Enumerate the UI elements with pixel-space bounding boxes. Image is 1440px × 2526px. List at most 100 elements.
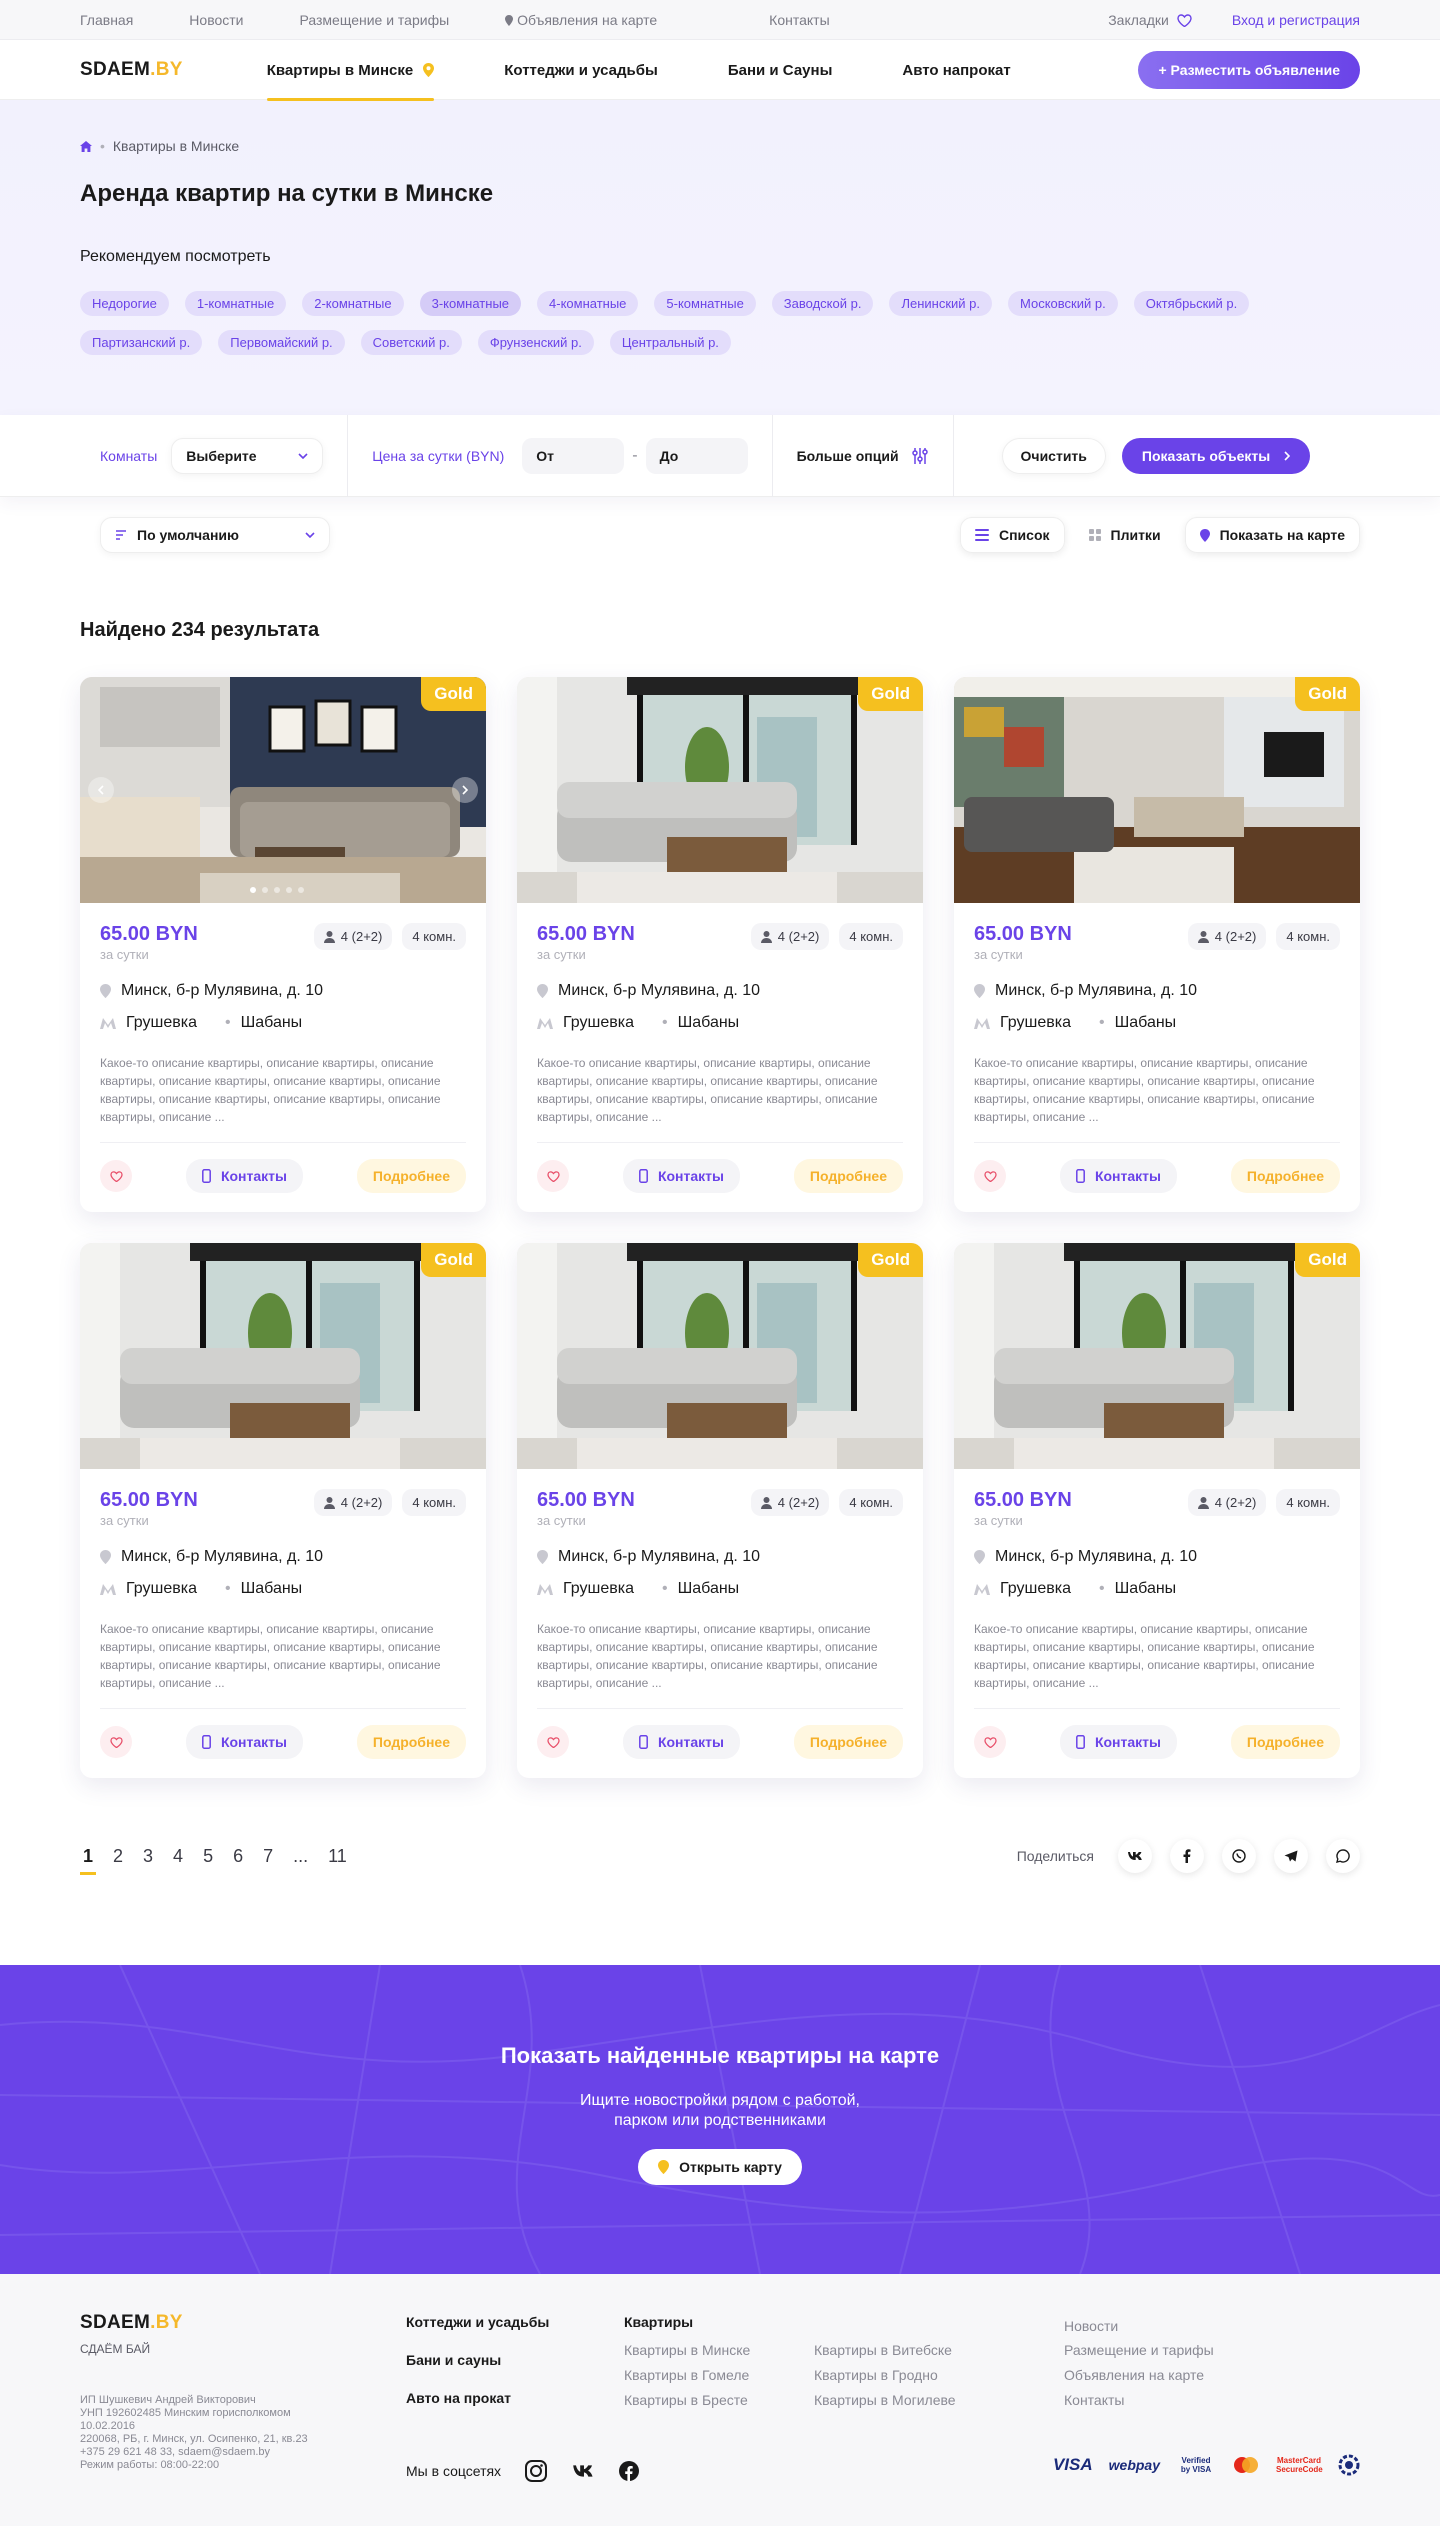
home-icon[interactable] (80, 140, 92, 152)
chip-zavodskoy[interactable]: Заводской р. (771, 291, 874, 316)
page-3[interactable]: 3 (140, 1846, 156, 1867)
page-1[interactable]: 1 (80, 1846, 97, 1875)
contacts-button[interactable]: Контакты (622, 1159, 740, 1193)
share-facebook-button[interactable] (1170, 1839, 1204, 1873)
contacts-button[interactable]: Контакты (185, 1725, 303, 1759)
footer-link-cars[interactable]: Авто на прокат (406, 2390, 511, 2406)
footer-link-map-ads[interactable]: Объявления на карте (1064, 2367, 1204, 2383)
favorite-button[interactable] (100, 1726, 132, 1758)
contacts-button[interactable]: Контакты (1059, 1159, 1177, 1193)
chip-2-room[interactable]: 2-комнатные (302, 291, 404, 316)
place-ad-button[interactable]: + Разместить объявление (1138, 51, 1360, 89)
listing-photo[interactable]: Gold (517, 1243, 923, 1469)
listing-photo[interactable]: Gold (80, 1243, 486, 1469)
footer-logo[interactable]: SDAEM.BY (80, 2312, 183, 2334)
page-7[interactable]: 7 (260, 1846, 276, 1867)
details-button[interactable]: Подробнее (1230, 1725, 1340, 1759)
top-link-home[interactable]: Главная (80, 12, 133, 28)
show-objects-button[interactable]: Показать объекты (1121, 438, 1311, 474)
view-tiles-button[interactable]: Плитки (1075, 517, 1175, 553)
page-6[interactable]: 6 (230, 1846, 246, 1867)
price-from-input[interactable]: От (522, 438, 625, 474)
details-button[interactable]: Подробнее (793, 1725, 903, 1759)
details-button[interactable]: Подробнее (1230, 1159, 1340, 1193)
top-link-tariffs[interactable]: Размещение и тарифы (300, 12, 450, 28)
photo-dots[interactable] (250, 887, 304, 893)
chip-partizansky[interactable]: Партизанский р. (80, 330, 203, 355)
next-photo-button[interactable] (452, 777, 478, 803)
chip-cheap[interactable]: Недорогие (80, 291, 169, 316)
chip-sovetsky[interactable]: Советский р. (360, 330, 462, 355)
footer-link-tariffs[interactable]: Размещение и тарифы (1064, 2342, 1214, 2358)
footer-link-vitebsk[interactable]: Квартиры в Витебске (814, 2342, 952, 2358)
share-whatsapp-button[interactable] (1326, 1839, 1360, 1873)
contacts-button[interactable]: Контакты (1059, 1725, 1177, 1759)
favorite-button[interactable] (974, 1726, 1006, 1758)
facebook-icon[interactable] (619, 2461, 640, 2481)
chip-leninsky[interactable]: Ленинский р. (889, 291, 992, 316)
page-2[interactable]: 2 (110, 1846, 126, 1867)
view-list-button[interactable]: Список (959, 517, 1065, 553)
footer-apartments-title[interactable]: Квартиры (624, 2314, 693, 2330)
footer-link-cottages[interactable]: Коттеджи и усадьбы (406, 2314, 549, 2330)
contacts-button[interactable]: Контакты (622, 1725, 740, 1759)
nav-car-rental[interactable]: Авто напрокат (902, 40, 1010, 100)
listing-photo[interactable]: Gold (954, 1243, 1360, 1469)
listing-photo[interactable]: Gold (80, 677, 486, 903)
footer-link-saunas[interactable]: Бани и сауны (406, 2352, 501, 2368)
login-link[interactable]: Вход и регистрация (1232, 12, 1360, 28)
district-dot: • (224, 1014, 231, 1031)
footer-link-news[interactable]: Новости (1064, 2318, 1118, 2334)
top-link-news[interactable]: Новости (189, 12, 243, 28)
chip-centralny[interactable]: Центральный р. (609, 330, 731, 355)
chip-4-room[interactable]: 4-комнатные (537, 291, 639, 316)
page-11[interactable]: 11 (325, 1846, 350, 1867)
share-telegram-button[interactable] (1274, 1839, 1308, 1873)
chip-moskovsky[interactable]: Московский р. (1008, 291, 1118, 316)
footer-link-grodno[interactable]: Квартиры в Гродно (814, 2367, 938, 2383)
more-options-button[interactable]: Больше опций (797, 447, 929, 465)
favorite-button[interactable] (974, 1160, 1006, 1192)
details-button[interactable]: Подробнее (793, 1159, 903, 1193)
details-button[interactable]: Подробнее (356, 1725, 466, 1759)
contacts-button[interactable]: Контакты (185, 1159, 303, 1193)
footer-link-minsk[interactable]: Квартиры в Минске (624, 2342, 750, 2358)
favorite-button[interactable] (537, 1160, 569, 1192)
chip-frunzensky[interactable]: Фрунзенский р. (477, 330, 594, 355)
bookmarks-link[interactable]: Закладки (1108, 12, 1192, 28)
chip-1-room[interactable]: 1-комнатные (184, 291, 287, 316)
share-vk-button[interactable] (1118, 1839, 1152, 1873)
listing-photo[interactable]: Gold (517, 677, 923, 903)
footer-link-gomel[interactable]: Квартиры в Гомеле (624, 2367, 749, 2383)
footer-link-mogilev[interactable]: Квартиры в Могилеве (814, 2392, 956, 2408)
rooms-select[interactable]: Выберите (171, 438, 324, 474)
divider (974, 1142, 1340, 1143)
nav-saunas[interactable]: Бани и Сауны (728, 40, 833, 100)
vk-icon[interactable] (571, 2464, 595, 2478)
nav-apartments-minsk[interactable]: Квартиры в Минске (266, 40, 435, 101)
page-4[interactable]: 4 (170, 1846, 186, 1867)
chip-oktyabrsky[interactable]: Октябрьский р. (1133, 291, 1250, 316)
open-map-button[interactable]: Открыть карту (638, 2149, 802, 2185)
nav-cottages[interactable]: Коттеджи и усадьбы (504, 40, 658, 100)
listing-photo[interactable]: Gold (954, 677, 1360, 903)
favorite-button[interactable] (100, 1160, 132, 1192)
price-to-input[interactable]: До (645, 438, 748, 474)
favorite-button[interactable] (537, 1726, 569, 1758)
sort-select[interactable]: По умолчанию (100, 517, 330, 553)
logo[interactable]: SDAEM.BY (80, 59, 183, 81)
footer-link-contacts[interactable]: Контакты (1064, 2392, 1124, 2408)
show-on-map-button[interactable]: Показать на карте (1184, 517, 1360, 553)
prev-photo-button[interactable] (88, 777, 114, 803)
footer-link-brest[interactable]: Квартиры в Бресте (624, 2392, 748, 2408)
page-5[interactable]: 5 (200, 1846, 216, 1867)
share-viber-button[interactable] (1222, 1839, 1256, 1873)
clear-button[interactable]: Очистить (1001, 438, 1106, 474)
top-link-contacts[interactable]: Контакты (769, 12, 829, 28)
chip-3-room[interactable]: 3-комнатные (419, 291, 522, 316)
instagram-icon[interactable] (525, 2460, 548, 2482)
top-link-map-ads[interactable]: Объявления на карте (505, 12, 713, 28)
chip-5-room[interactable]: 5-комнатные (654, 291, 756, 316)
details-button[interactable]: Подробнее (356, 1159, 466, 1193)
chip-pervomaisky[interactable]: Первомайский р. (218, 330, 345, 355)
